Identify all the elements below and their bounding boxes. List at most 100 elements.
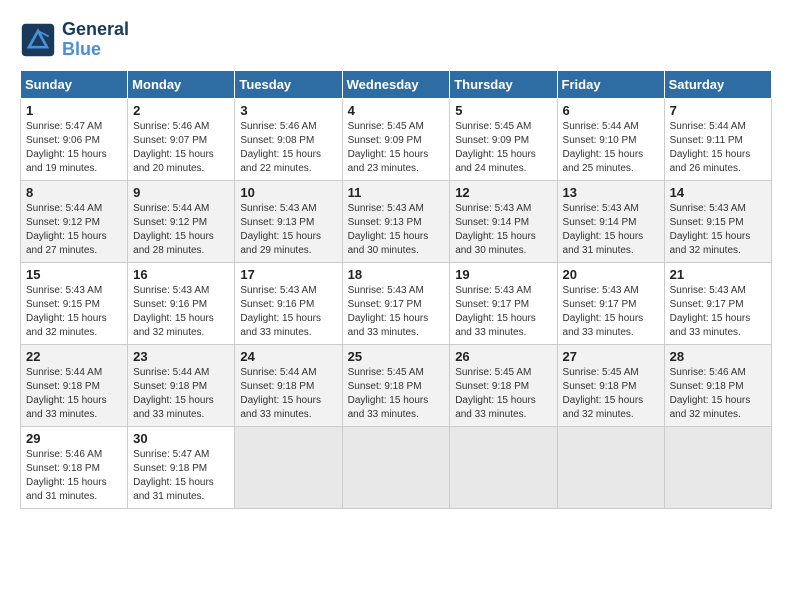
day-info: Sunrise: 5:45 AM Sunset: 9:18 PM Dayligh… xyxy=(348,366,445,422)
day-number: 4 xyxy=(348,103,445,118)
calendar-cell: 22 Sunrise: 5:44 AM Sunset: 9:18 PM Dayl… xyxy=(21,344,128,426)
calendar-cell: 1 Sunrise: 5:47 AM Sunset: 9:06 PM Dayli… xyxy=(21,98,128,180)
calendar-cell: 14 Sunrise: 5:43 AM Sunset: 9:15 PM Dayl… xyxy=(664,180,771,262)
calendar-cell: 18 Sunrise: 5:43 AM Sunset: 9:17 PM Dayl… xyxy=(342,262,450,344)
day-info: Sunrise: 5:43 AM Sunset: 9:15 PM Dayligh… xyxy=(26,284,122,340)
day-number: 6 xyxy=(563,103,659,118)
calendar-week-5: 29 Sunrise: 5:46 AM Sunset: 9:18 PM Dayl… xyxy=(21,426,772,508)
day-info: Sunrise: 5:44 AM Sunset: 9:11 PM Dayligh… xyxy=(670,120,766,176)
day-number: 13 xyxy=(563,185,659,200)
day-number: 16 xyxy=(133,267,229,282)
day-info: Sunrise: 5:43 AM Sunset: 9:17 PM Dayligh… xyxy=(563,284,659,340)
weekday-header-tuesday: Tuesday xyxy=(235,70,342,98)
weekday-header-wednesday: Wednesday xyxy=(342,70,450,98)
day-info: Sunrise: 5:44 AM Sunset: 9:18 PM Dayligh… xyxy=(26,366,122,422)
calendar-cell: 21 Sunrise: 5:43 AM Sunset: 9:17 PM Dayl… xyxy=(664,262,771,344)
calendar-cell: 8 Sunrise: 5:44 AM Sunset: 9:12 PM Dayli… xyxy=(21,180,128,262)
calendar-cell: 19 Sunrise: 5:43 AM Sunset: 9:17 PM Dayl… xyxy=(450,262,557,344)
day-number: 8 xyxy=(26,185,122,200)
calendar-cell xyxy=(235,426,342,508)
calendar-cell: 5 Sunrise: 5:45 AM Sunset: 9:09 PM Dayli… xyxy=(450,98,557,180)
calendar-cell: 12 Sunrise: 5:43 AM Sunset: 9:14 PM Dayl… xyxy=(450,180,557,262)
calendar-cell: 15 Sunrise: 5:43 AM Sunset: 9:15 PM Dayl… xyxy=(21,262,128,344)
calendar-cell: 23 Sunrise: 5:44 AM Sunset: 9:18 PM Dayl… xyxy=(128,344,235,426)
day-number: 17 xyxy=(240,267,336,282)
day-number: 21 xyxy=(670,267,766,282)
day-info: Sunrise: 5:44 AM Sunset: 9:18 PM Dayligh… xyxy=(133,366,229,422)
day-number: 2 xyxy=(133,103,229,118)
calendar-cell: 13 Sunrise: 5:43 AM Sunset: 9:14 PM Dayl… xyxy=(557,180,664,262)
day-info: Sunrise: 5:43 AM Sunset: 9:13 PM Dayligh… xyxy=(240,202,336,258)
day-info: Sunrise: 5:43 AM Sunset: 9:15 PM Dayligh… xyxy=(670,202,766,258)
calendar-cell: 30 Sunrise: 5:47 AM Sunset: 9:18 PM Dayl… xyxy=(128,426,235,508)
day-number: 28 xyxy=(670,349,766,364)
day-number: 15 xyxy=(26,267,122,282)
calendar-cell: 25 Sunrise: 5:45 AM Sunset: 9:18 PM Dayl… xyxy=(342,344,450,426)
calendar-cell xyxy=(557,426,664,508)
day-info: Sunrise: 5:43 AM Sunset: 9:16 PM Dayligh… xyxy=(240,284,336,340)
day-number: 1 xyxy=(26,103,122,118)
calendar-cell: 16 Sunrise: 5:43 AM Sunset: 9:16 PM Dayl… xyxy=(128,262,235,344)
day-number: 10 xyxy=(240,185,336,200)
day-number: 27 xyxy=(563,349,659,364)
calendar-cell: 17 Sunrise: 5:43 AM Sunset: 9:16 PM Dayl… xyxy=(235,262,342,344)
logo-icon xyxy=(20,22,56,58)
day-number: 26 xyxy=(455,349,551,364)
day-info: Sunrise: 5:45 AM Sunset: 9:18 PM Dayligh… xyxy=(563,366,659,422)
day-info: Sunrise: 5:43 AM Sunset: 9:17 PM Dayligh… xyxy=(670,284,766,340)
calendar-cell: 24 Sunrise: 5:44 AM Sunset: 9:18 PM Dayl… xyxy=(235,344,342,426)
calendar-table: SundayMondayTuesdayWednesdayThursdayFrid… xyxy=(20,70,772,509)
day-number: 22 xyxy=(26,349,122,364)
day-number: 24 xyxy=(240,349,336,364)
day-info: Sunrise: 5:43 AM Sunset: 9:17 PM Dayligh… xyxy=(455,284,551,340)
weekday-header-monday: Monday xyxy=(128,70,235,98)
day-number: 5 xyxy=(455,103,551,118)
day-info: Sunrise: 5:44 AM Sunset: 9:10 PM Dayligh… xyxy=(563,120,659,176)
day-info: Sunrise: 5:43 AM Sunset: 9:14 PM Dayligh… xyxy=(455,202,551,258)
day-info: Sunrise: 5:43 AM Sunset: 9:13 PM Dayligh… xyxy=(348,202,445,258)
calendar-cell xyxy=(450,426,557,508)
weekday-header-friday: Friday xyxy=(557,70,664,98)
logo: General Blue xyxy=(20,20,129,60)
weekday-header-sunday: Sunday xyxy=(21,70,128,98)
day-info: Sunrise: 5:46 AM Sunset: 9:08 PM Dayligh… xyxy=(240,120,336,176)
calendar-cell xyxy=(664,426,771,508)
day-number: 18 xyxy=(348,267,445,282)
day-info: Sunrise: 5:47 AM Sunset: 9:18 PM Dayligh… xyxy=(133,448,229,504)
day-info: Sunrise: 5:45 AM Sunset: 9:09 PM Dayligh… xyxy=(455,120,551,176)
calendar-header-row: SundayMondayTuesdayWednesdayThursdayFrid… xyxy=(21,70,772,98)
calendar-cell: 3 Sunrise: 5:46 AM Sunset: 9:08 PM Dayli… xyxy=(235,98,342,180)
day-info: Sunrise: 5:47 AM Sunset: 9:06 PM Dayligh… xyxy=(26,120,122,176)
calendar-cell: 29 Sunrise: 5:46 AM Sunset: 9:18 PM Dayl… xyxy=(21,426,128,508)
day-number: 9 xyxy=(133,185,229,200)
day-info: Sunrise: 5:46 AM Sunset: 9:18 PM Dayligh… xyxy=(26,448,122,504)
day-number: 7 xyxy=(670,103,766,118)
calendar-week-4: 22 Sunrise: 5:44 AM Sunset: 9:18 PM Dayl… xyxy=(21,344,772,426)
weekday-header-saturday: Saturday xyxy=(664,70,771,98)
calendar-week-1: 1 Sunrise: 5:47 AM Sunset: 9:06 PM Dayli… xyxy=(21,98,772,180)
day-number: 19 xyxy=(455,267,551,282)
calendar-cell: 27 Sunrise: 5:45 AM Sunset: 9:18 PM Dayl… xyxy=(557,344,664,426)
day-number: 30 xyxy=(133,431,229,446)
calendar-cell: 20 Sunrise: 5:43 AM Sunset: 9:17 PM Dayl… xyxy=(557,262,664,344)
day-info: Sunrise: 5:44 AM Sunset: 9:12 PM Dayligh… xyxy=(133,202,229,258)
day-info: Sunrise: 5:46 AM Sunset: 9:18 PM Dayligh… xyxy=(670,366,766,422)
calendar-cell: 4 Sunrise: 5:45 AM Sunset: 9:09 PM Dayli… xyxy=(342,98,450,180)
calendar-cell: 6 Sunrise: 5:44 AM Sunset: 9:10 PM Dayli… xyxy=(557,98,664,180)
calendar-cell: 26 Sunrise: 5:45 AM Sunset: 9:18 PM Dayl… xyxy=(450,344,557,426)
calendar-cell: 10 Sunrise: 5:43 AM Sunset: 9:13 PM Dayl… xyxy=(235,180,342,262)
calendar-cell: 7 Sunrise: 5:44 AM Sunset: 9:11 PM Dayli… xyxy=(664,98,771,180)
day-info: Sunrise: 5:45 AM Sunset: 9:09 PM Dayligh… xyxy=(348,120,445,176)
day-number: 12 xyxy=(455,185,551,200)
day-info: Sunrise: 5:45 AM Sunset: 9:18 PM Dayligh… xyxy=(455,366,551,422)
day-info: Sunrise: 5:46 AM Sunset: 9:07 PM Dayligh… xyxy=(133,120,229,176)
day-info: Sunrise: 5:44 AM Sunset: 9:12 PM Dayligh… xyxy=(26,202,122,258)
day-info: Sunrise: 5:44 AM Sunset: 9:18 PM Dayligh… xyxy=(240,366,336,422)
day-number: 25 xyxy=(348,349,445,364)
calendar-cell: 11 Sunrise: 5:43 AM Sunset: 9:13 PM Dayl… xyxy=(342,180,450,262)
calendar-cell xyxy=(342,426,450,508)
weekday-header-thursday: Thursday xyxy=(450,70,557,98)
day-number: 20 xyxy=(563,267,659,282)
logo-text: General Blue xyxy=(62,20,129,60)
day-info: Sunrise: 5:43 AM Sunset: 9:16 PM Dayligh… xyxy=(133,284,229,340)
